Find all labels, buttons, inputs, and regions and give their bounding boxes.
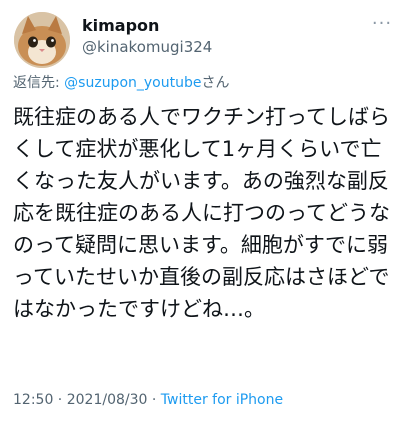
reply-prefix: 返信先: <box>13 75 65 91</box>
display-name[interactable]: kimapon <box>82 16 212 36</box>
more-options-icon[interactable]: ··· <box>370 15 394 33</box>
reply-suffix: さん <box>201 75 230 91</box>
reply-mention-link[interactable]: @suzupon_youtube <box>64 75 201 91</box>
cat-avatar-icon <box>14 12 70 68</box>
user-handle[interactable]: @kinakomugi324 <box>82 36 212 58</box>
tweet-text: 既往症のある人でワクチン打ってしばらくして症状が悪化して1ヶ月くらいで亡くなった… <box>13 105 390 321</box>
tweet-meta: 12:50 · 2021/08/30 · Twitter for iPhone <box>13 392 283 408</box>
tweet-time[interactable]: 12:50 <box>13 392 53 408</box>
tweet-date[interactable]: 2021/08/30 <box>67 392 148 408</box>
tweet-source-link[interactable]: Twitter for iPhone <box>161 392 283 408</box>
avatar[interactable] <box>14 12 70 68</box>
reply-to-line: 返信先: @suzupon_youtubeさん <box>13 72 229 92</box>
meta-separator: · <box>147 392 161 408</box>
meta-separator: · <box>53 392 67 408</box>
tweet-header: kimapon @kinakomugi324 ··· <box>10 8 402 70</box>
user-names: kimapon @kinakomugi324 <box>82 16 212 58</box>
